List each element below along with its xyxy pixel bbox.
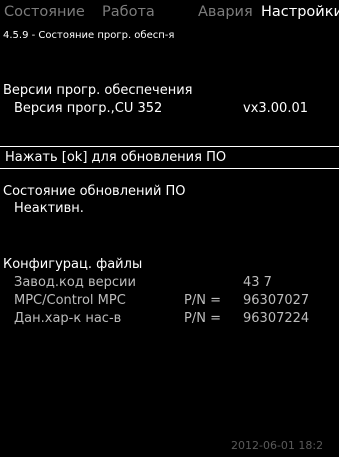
software-version-label: Версия прогр.,CU 352 — [14, 101, 163, 116]
update-status-value: Неактивн. — [14, 201, 84, 216]
config-row-label: Дан.хар-к нас-в — [14, 311, 122, 326]
config-row-label: Завод.код версии — [14, 275, 136, 290]
software-version-value: vx3.00.01 — [243, 101, 309, 116]
page-title: 4.5.9 - Состояние прогр. обесп-я — [3, 30, 175, 41]
config-row-value: 96307027 — [243, 293, 310, 308]
config-files-heading: Конфигурац. файлы — [3, 257, 143, 272]
controller-screen: Состояние Работа Авария Настройки 4.5.9 … — [0, 0, 339, 457]
config-row-pn-label: P/N = — [184, 293, 221, 308]
update-software-button[interactable]: Нажать [ok] для обновления ПО — [0, 146, 339, 169]
tab-alarm[interactable]: Авария — [198, 4, 253, 20]
config-row-value: 96307224 — [243, 311, 310, 326]
config-row-value: 43 7 — [243, 275, 272, 290]
menu-tabs: Состояние Работа Авария Настройки — [0, 4, 339, 28]
update-software-label: Нажать [ok] для обновления ПО — [5, 150, 227, 165]
tab-status[interactable]: Состояние — [4, 4, 85, 20]
update-status-heading: Состояние обновлений ПО — [3, 184, 186, 199]
tab-settings[interactable]: Настройки — [261, 4, 339, 20]
config-row-pn-label: P/N = — [184, 311, 221, 326]
software-versions-heading: Версии прогр. обеспечения — [3, 83, 193, 98]
tab-operation[interactable]: Работа — [102, 4, 155, 20]
datetime-display: 2012-06-01 18:2 — [231, 439, 324, 452]
config-row-label: MPC/Control MPC — [14, 293, 126, 308]
